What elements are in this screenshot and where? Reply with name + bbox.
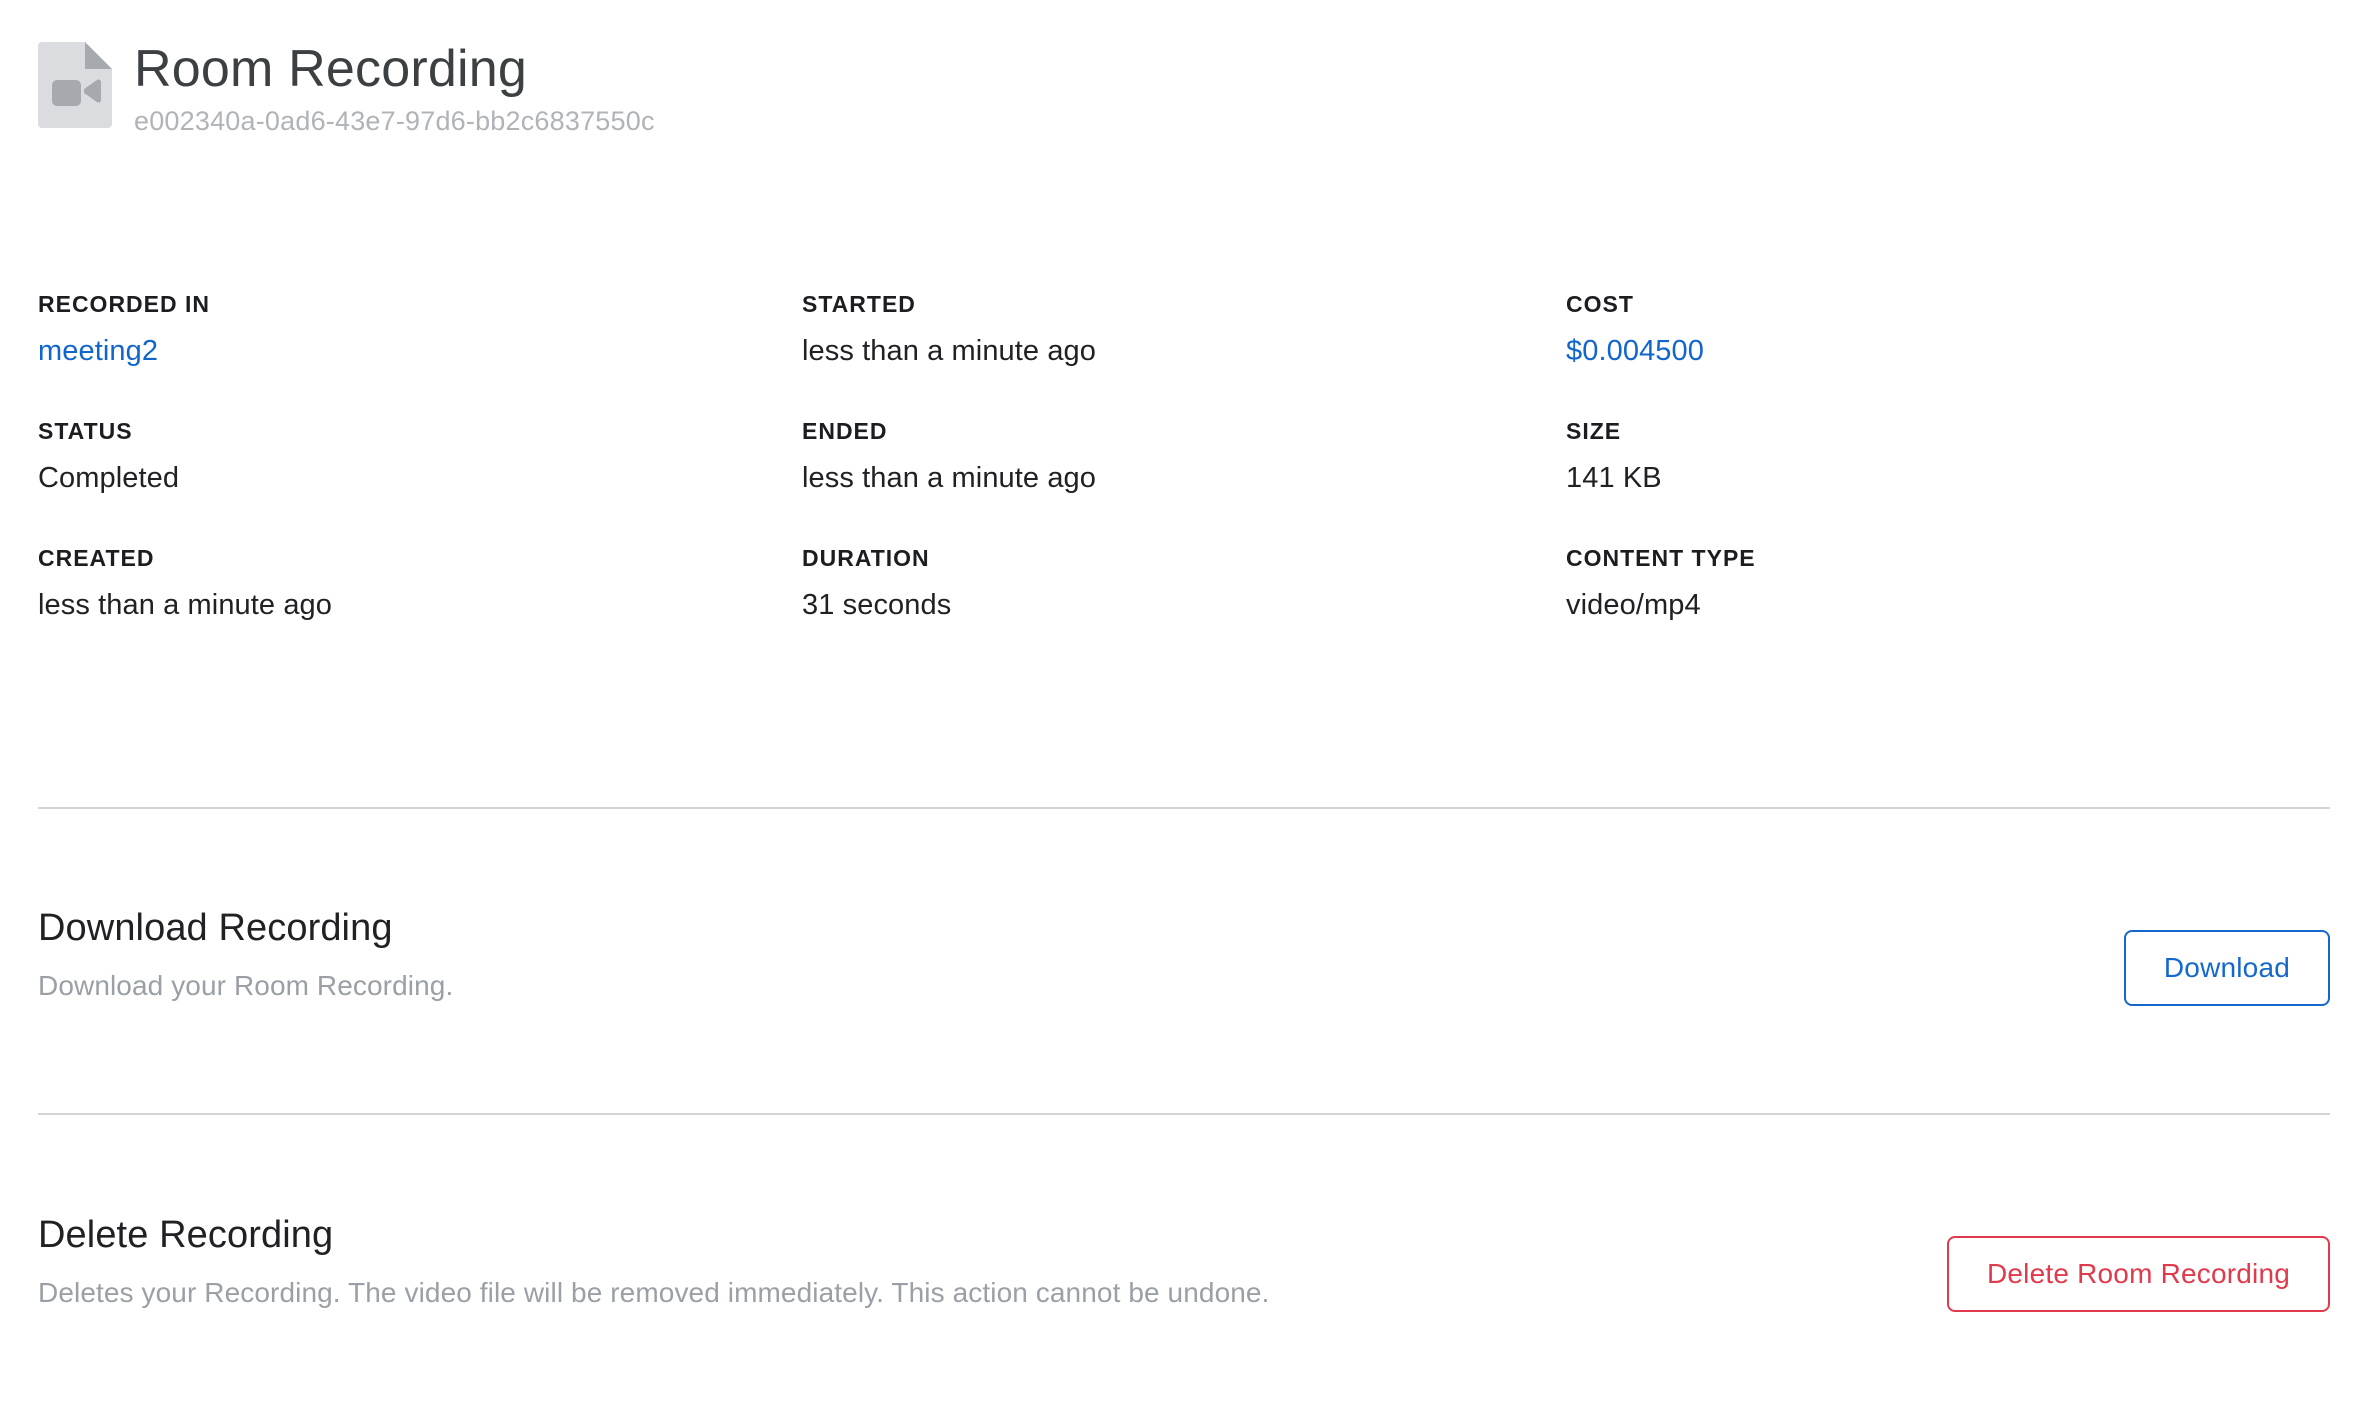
detail-size: SIZE 141 KB: [1566, 417, 2330, 544]
section-divider: [38, 1113, 2330, 1115]
recorded-in-link[interactable]: meeting2: [38, 333, 802, 369]
recording-details-grid: RECORDED IN meeting2 STARTED less than a…: [38, 290, 2330, 671]
detail-label: STARTED: [802, 291, 916, 317]
detail-label: CREATED: [38, 545, 155, 571]
delete-section-description: Deletes your Recording. The video file w…: [38, 1277, 1270, 1308]
detail-ended: ENDED less than a minute ago: [802, 417, 1566, 544]
recording-detail-page: Room Recording e002340a-0ad6-43e7-97d6-b…: [0, 0, 2366, 1420]
delete-section-text: Delete Recording Deletes your Recording.…: [38, 1212, 1269, 1318]
header-text-block: Room Recording e002340a-0ad6-43e7-97d6-b…: [134, 38, 655, 138]
delete-section-title: Delete Recording: [38, 1214, 334, 1256]
download-section-text: Download Recording Download your Room Re…: [38, 905, 453, 1011]
detail-label: SIZE: [1566, 418, 1622, 444]
status-badge: Completed: [38, 462, 180, 494]
section-divider: [38, 807, 2330, 809]
download-button[interactable]: Download: [2123, 930, 2330, 1006]
video-file-icon: [38, 42, 112, 128]
detail-label: RECORDED IN: [38, 291, 211, 317]
delete-room-recording-button[interactable]: Delete Room Recording: [1946, 1236, 2330, 1312]
detail-content-type: CONTENT TYPE video/mp4: [1566, 544, 2330, 671]
detail-duration: DURATION 31 seconds: [802, 544, 1566, 671]
detail-value: 141 KB: [1566, 462, 1662, 494]
download-recording-section: Download Recording Download your Room Re…: [38, 905, 2330, 1011]
detail-value: 31 seconds: [802, 589, 952, 621]
detail-label: DURATION: [802, 545, 930, 571]
detail-cost: COST $0.004500: [1566, 290, 2330, 417]
page-header: Room Recording e002340a-0ad6-43e7-97d6-b…: [38, 38, 655, 138]
page-title: Room Recording: [134, 40, 527, 98]
detail-value: less than a minute ago: [802, 462, 1096, 494]
detail-created: CREATED less than a minute ago: [38, 544, 802, 671]
detail-recorded-in: RECORDED IN meeting2: [38, 290, 802, 417]
detail-label: STATUS: [38, 418, 133, 444]
download-section-description: Download your Room Recording.: [38, 970, 454, 1001]
delete-recording-section: Delete Recording Deletes your Recording.…: [38, 1212, 2330, 1318]
detail-label: CONTENT TYPE: [1566, 545, 1756, 571]
detail-started: STARTED less than a minute ago: [802, 290, 1566, 417]
detail-value: less than a minute ago: [802, 335, 1096, 367]
detail-label: ENDED: [802, 418, 888, 444]
detail-status: STATUS Completed: [38, 417, 802, 544]
detail-value: less than a minute ago: [38, 589, 332, 621]
download-section-title: Download Recording: [38, 907, 393, 949]
detail-value: video/mp4: [1566, 589, 1701, 621]
recording-id: e002340a-0ad6-43e7-97d6-bb2c6837550c: [134, 106, 655, 136]
detail-label: COST: [1566, 291, 1634, 317]
cost-link[interactable]: $0.004500: [1566, 333, 2330, 369]
